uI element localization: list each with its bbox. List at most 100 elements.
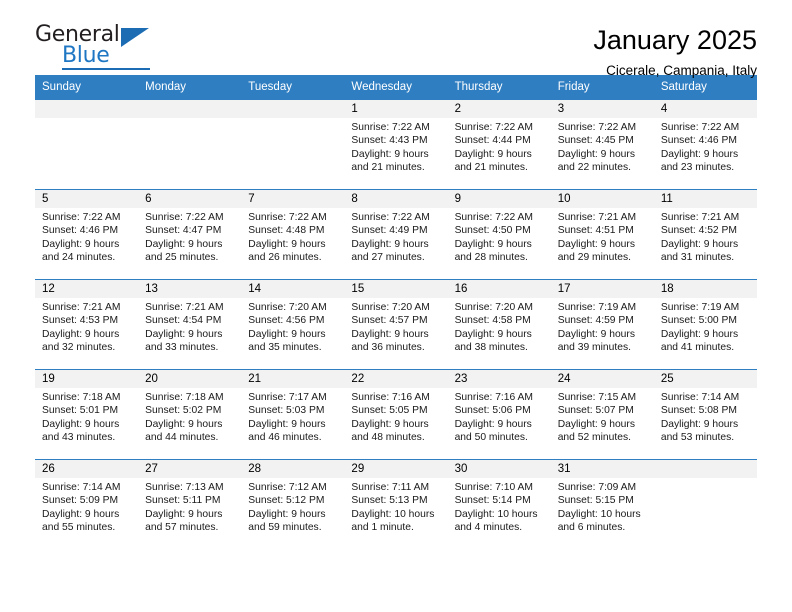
day-detail-line: Sunrise: 7:22 AM — [660, 122, 740, 133]
day-details: Sunrise: 7:21 AM Sunset: 4:53 PM Daylight:… — [35, 298, 138, 354]
calendar-cell-day[interactable]: 12 Sunrise: 7:21 AM Sunset: 4:53 PM Dayligh… — [35, 279, 139, 370]
day-detail-line: Sunset: 4:46 PM — [42, 225, 119, 237]
calendar-cell-day[interactable]: 26 Sunrise: 7:14 AM Sunset: 5:09 PM Dayligh… — [35, 459, 139, 550]
day-detail-line: Sunrise: 7:16 AM — [454, 392, 533, 403]
page-header: General Blue January 2025 Cicerale, Camp… — [35, 0, 757, 79]
day-detail-line: and 38 minutes. — [454, 341, 528, 353]
day-detail-line: Sunrise: 7:22 AM — [145, 212, 224, 223]
day-detail-line: and 4 minutes. — [454, 521, 523, 533]
day-detail-line: Daylight: 10 hours — [454, 508, 538, 520]
day-detail-line: Sunset: 4:59 PM — [557, 315, 634, 327]
brand-logo[interactable]: General Blue — [35, 24, 150, 70]
day-details: Sunrise: 7:14 AM Sunset: 5:09 PM Daylight:… — [35, 478, 138, 534]
day-number — [653, 460, 757, 478]
day-number: 2 — [447, 100, 551, 118]
day-details: Sunrise: 7:17 AM Sunset: 5:03 PM Daylight:… — [241, 388, 344, 444]
day-details: Sunrise: 7:20 AM Sunset: 4:56 PM Daylight:… — [241, 298, 344, 354]
day-cell: 23 Sunrise: 7:16 AM Sunset: 5:06 PM Dayligh… — [447, 370, 551, 459]
day-detail-line: Sunrise: 7:14 AM — [42, 482, 121, 493]
location-subtitle: Cicerale, Campania, Italy — [606, 63, 757, 79]
day-detail-line: Sunset: 5:14 PM — [454, 495, 531, 507]
calendar-cell-day[interactable]: 29 Sunrise: 7:11 AM Sunset: 5:13 PM Dayligh… — [344, 459, 448, 550]
day-number: 10 — [550, 190, 654, 208]
day-detail-line: Daylight: 9 hours — [351, 418, 429, 430]
day-detail-line: Sunset: 4:45 PM — [557, 135, 634, 147]
calendar-cell-day[interactable]: 1 Sunrise: 7:22 AM Sunset: 4:43 PM Daylight… — [344, 99, 448, 190]
calendar-cell-day[interactable]: 2 Sunrise: 7:22 AM Sunset: 4:44 PM Daylight… — [447, 99, 551, 190]
day-details: Sunrise: 7:16 AM Sunset: 5:05 PM Daylight:… — [344, 388, 447, 444]
calendar-cell-day[interactable]: 9 Sunrise: 7:22 AM Sunset: 4:50 PM Daylight… — [447, 189, 551, 280]
calendar-cell-day[interactable]: 4 Sunrise: 7:22 AM Sunset: 4:46 PM Daylight… — [653, 99, 757, 190]
calendar-cell-day[interactable]: 18 Sunrise: 7:19 AM Sunset: 5:00 PM Dayligh… — [653, 279, 757, 370]
calendar-cell-day[interactable]: 27 Sunrise: 7:13 AM Sunset: 5:11 PM Dayligh… — [138, 459, 242, 550]
day-details: Sunrise: 7:19 AM Sunset: 4:59 PM Daylight:… — [551, 298, 654, 354]
day-detail-line: Sunset: 5:06 PM — [454, 405, 531, 417]
day-number: 24 — [550, 370, 654, 388]
calendar-cell-day[interactable]: 14 Sunrise: 7:20 AM Sunset: 4:56 PM Dayligh… — [241, 279, 345, 370]
calendar-cell-day[interactable]: 19 Sunrise: 7:18 AM Sunset: 5:01 PM Dayligh… — [35, 369, 139, 460]
calendar-cell-day[interactable]: 3 Sunrise: 7:22 AM Sunset: 4:45 PM Daylight… — [550, 99, 654, 190]
day-details: Sunrise: 7:18 AM Sunset: 5:02 PM Daylight:… — [138, 388, 241, 444]
day-number: 14 — [241, 280, 345, 298]
day-detail-line: Daylight: 9 hours — [248, 508, 326, 520]
day-detail-line: Daylight: 9 hours — [351, 328, 429, 340]
calendar-cell-day[interactable]: 20 Sunrise: 7:18 AM Sunset: 5:02 PM Dayligh… — [138, 369, 242, 460]
calendar-body: 1 Sunrise: 7:22 AM Sunset: 4:43 PM Daylight… — [35, 99, 757, 550]
calendar-cell-day[interactable]: 28 Sunrise: 7:12 AM Sunset: 5:12 PM Dayligh… — [241, 459, 345, 550]
day-detail-line: and 46 minutes. — [248, 431, 322, 443]
day-cell: 31 Sunrise: 7:09 AM Sunset: 5:15 PM Dayligh… — [550, 460, 654, 550]
day-details: Sunrise: 7:22 AM Sunset: 4:43 PM Daylight:… — [344, 118, 447, 174]
day-detail-line: Sunrise: 7:16 AM — [351, 392, 430, 403]
day-detail-line: Daylight: 9 hours — [145, 328, 223, 340]
calendar-cell-day[interactable]: 15 Sunrise: 7:20 AM Sunset: 4:57 PM Dayligh… — [344, 279, 448, 370]
day-detail-line: Daylight: 9 hours — [248, 418, 326, 430]
day-cell: 5 Sunrise: 7:22 AM Sunset: 4:46 PM Daylight… — [35, 190, 139, 279]
day-cell — [653, 460, 757, 550]
day-detail-line: and 22 minutes. — [557, 161, 631, 173]
calendar-week-row: 12 Sunrise: 7:21 AM Sunset: 4:53 PM Dayligh… — [35, 279, 757, 370]
calendar-cell-day[interactable]: 30 Sunrise: 7:10 AM Sunset: 5:14 PM Dayligh… — [447, 459, 551, 550]
day-number: 7 — [241, 190, 345, 208]
calendar-cell-day[interactable]: 11 Sunrise: 7:21 AM Sunset: 4:52 PM Dayligh… — [653, 189, 757, 280]
day-detail-line: Daylight: 9 hours — [351, 238, 429, 250]
calendar-cell-day[interactable]: 7 Sunrise: 7:22 AM Sunset: 4:48 PM Daylight… — [241, 189, 345, 280]
day-detail-line: Sunrise: 7:21 AM — [660, 212, 740, 223]
day-detail-line: Daylight: 9 hours — [557, 148, 635, 160]
day-detail-line: Sunset: 4:50 PM — [454, 225, 531, 237]
day-detail-line: and 6 minutes. — [557, 521, 626, 533]
calendar-cell-day[interactable]: 31 Sunrise: 7:09 AM Sunset: 5:15 PM Dayligh… — [550, 459, 654, 550]
triangle-icon — [121, 28, 149, 47]
day-detail-line: Sunset: 4:51 PM — [557, 225, 634, 237]
day-number: 26 — [35, 460, 139, 478]
calendar-cell-day[interactable]: 22 Sunrise: 7:16 AM Sunset: 5:05 PM Dayligh… — [344, 369, 448, 460]
calendar-cell-day[interactable]: 25 Sunrise: 7:14 AM Sunset: 5:08 PM Dayligh… — [653, 369, 757, 460]
weekday-header-row: Sunday Monday Tuesday Wednesday Thursday… — [35, 75, 757, 100]
day-details: Sunrise: 7:11 AM Sunset: 5:13 PM Daylight:… — [344, 478, 447, 534]
calendar-cell-day[interactable]: 16 Sunrise: 7:20 AM Sunset: 4:58 PM Dayligh… — [447, 279, 551, 370]
calendar-cell-day[interactable]: 23 Sunrise: 7:16 AM Sunset: 5:06 PM Dayligh… — [447, 369, 551, 460]
day-detail-line: and 50 minutes. — [454, 431, 528, 443]
day-details — [654, 478, 757, 481]
calendar-cell-day[interactable]: 13 Sunrise: 7:21 AM Sunset: 4:54 PM Dayligh… — [138, 279, 242, 370]
calendar-cell-day[interactable]: 6 Sunrise: 7:22 AM Sunset: 4:47 PM Daylight… — [138, 189, 242, 280]
day-cell: 4 Sunrise: 7:22 AM Sunset: 4:46 PM Daylight… — [653, 100, 757, 189]
day-detail-line: Daylight: 9 hours — [42, 238, 120, 250]
calendar-cell-day[interactable]: 10 Sunrise: 7:21 AM Sunset: 4:51 PM Dayligh… — [550, 189, 654, 280]
day-detail-line: Sunset: 4:53 PM — [42, 315, 119, 327]
calendar-cell-day[interactable]: 24 Sunrise: 7:15 AM Sunset: 5:07 PM Dayligh… — [550, 369, 654, 460]
calendar-cell-day[interactable]: 21 Sunrise: 7:17 AM Sunset: 5:03 PM Dayligh… — [241, 369, 345, 460]
day-detail-line: Sunrise: 7:20 AM — [248, 302, 327, 313]
calendar-cell-day[interactable]: 17 Sunrise: 7:19 AM Sunset: 4:59 PM Dayligh… — [550, 279, 654, 370]
day-detail-line: Daylight: 9 hours — [557, 418, 635, 430]
calendar-cell-day[interactable]: 5 Sunrise: 7:22 AM Sunset: 4:46 PM Daylight… — [35, 189, 139, 280]
calendar-table: Sunday Monday Tuesday Wednesday Thursday… — [35, 75, 757, 550]
day-number: 16 — [447, 280, 551, 298]
day-cell: 19 Sunrise: 7:18 AM Sunset: 5:01 PM Dayligh… — [35, 370, 139, 459]
brand-underline — [62, 68, 150, 70]
day-detail-line: Sunrise: 7:19 AM — [660, 302, 740, 313]
day-cell: 26 Sunrise: 7:14 AM Sunset: 5:09 PM Dayligh… — [35, 460, 139, 550]
calendar-cell-day[interactable]: 8 Sunrise: 7:22 AM Sunset: 4:49 PM Daylight… — [344, 189, 448, 280]
day-cell: 15 Sunrise: 7:20 AM Sunset: 4:57 PM Dayligh… — [344, 280, 448, 369]
day-number: 1 — [344, 100, 448, 118]
day-details: Sunrise: 7:20 AM Sunset: 4:57 PM Daylight:… — [344, 298, 447, 354]
